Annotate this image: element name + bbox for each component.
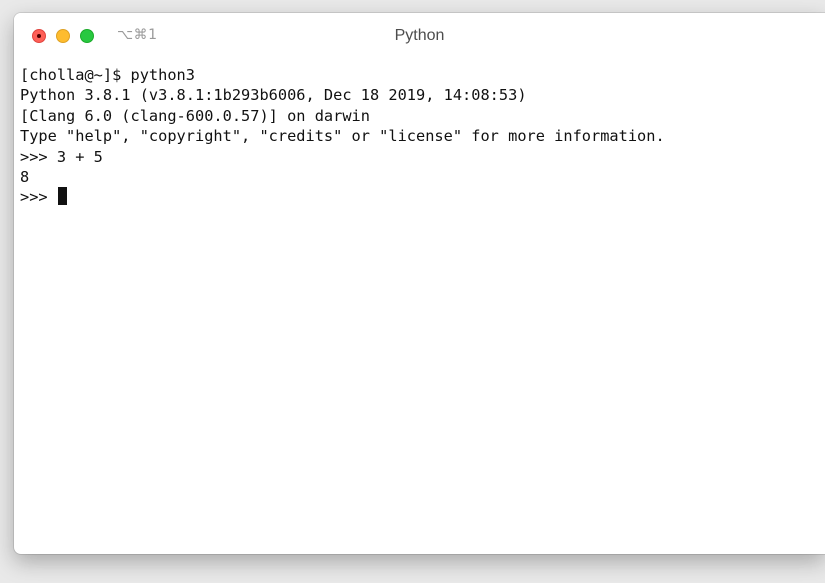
terminal-line-result: 8	[20, 167, 30, 186]
terminal-prompt-line[interactable]: >>>	[20, 187, 825, 207]
window-title: Python	[394, 27, 445, 44]
terminal-window: ⌥⌘1 Python [cholla@~]$ python3 Python 3.…	[14, 13, 825, 554]
terminal-line-command: [cholla@~]$ python3	[20, 66, 195, 84]
terminal-line-input: >>> 3 + 5	[20, 147, 103, 166]
title-bar[interactable]: ⌥⌘1 Python	[14, 13, 825, 55]
terminal-line-version: Python 3.8.1 (v3.8.1:1b293b6006, Dec 18 …	[20, 86, 527, 105]
text-cursor	[57, 187, 67, 206]
terminal-line-compiler: [Clang 6.0 (clang-600.0.57)] on darwin	[20, 106, 370, 125]
terminal-output[interactable]: [cholla@~]$ python3 Python 3.8.1 (v3.8.1…	[20, 65, 825, 554]
prompt: >>>	[20, 188, 57, 207]
terminal-line-help: Type "help", "copyright", "credits" or "…	[20, 127, 665, 146]
